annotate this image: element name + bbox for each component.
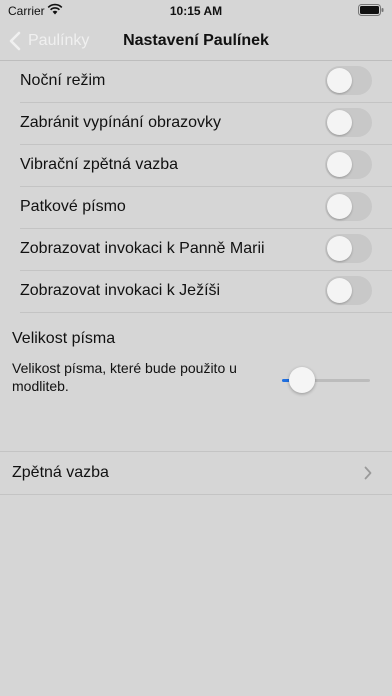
- toggle-knob: [327, 152, 352, 177]
- setting-row-haptic-feedback: Vibrační zpětná vazba: [20, 145, 392, 187]
- status-time: 10:15 AM: [169, 4, 223, 18]
- page-title: Nastavení Paulínek: [123, 32, 269, 49]
- keep-screen-on-toggle[interactable]: [325, 108, 372, 137]
- setting-row-serif-font: Patkové písmo: [20, 187, 392, 229]
- setting-row-night-mode: Noční režim: [20, 61, 392, 103]
- chevron-right-icon: [364, 466, 372, 480]
- font-size-section: Velikost písma Velikost písma, které bud…: [12, 330, 382, 394]
- font-size-heading: Velikost písma: [12, 330, 116, 347]
- feedback-row[interactable]: Zpětná vazba: [0, 451, 392, 495]
- feedback-label: Zpětná vazba: [12, 464, 109, 481]
- haptic-feedback-toggle[interactable]: [325, 150, 372, 179]
- toggle-knob: [327, 68, 352, 93]
- setting-label: Zobrazovat invokaci k Panně Marii: [20, 240, 265, 257]
- setting-row-invocation-jesus: Zobrazovat invokaci k Ježíši: [20, 271, 392, 313]
- setting-row-keep-screen-on: Zabránit vypínání obrazovky: [20, 103, 392, 145]
- font-size-slider-thumb[interactable]: [289, 367, 315, 393]
- invocation-jesus-toggle[interactable]: [325, 276, 372, 305]
- battery-icon: [358, 4, 384, 16]
- setting-label: Zobrazovat invokaci k Ježíši: [20, 282, 221, 299]
- font-size-description: Velikost písma, které bude použito u mod…: [12, 360, 237, 394]
- toggle-knob: [327, 236, 352, 261]
- toggle-knob: [327, 110, 352, 135]
- setting-label: Patkové písmo: [20, 198, 126, 215]
- toggle-knob: [327, 278, 352, 303]
- invocation-mary-toggle[interactable]: [325, 234, 372, 263]
- status-bar: Carrier 10:15 AM: [0, 0, 392, 22]
- settings-list: Noční režim Zabránit vypínání obrazovky …: [0, 61, 392, 313]
- setting-label: Vibrační zpětná vazba: [20, 156, 179, 173]
- setting-label: Zabránit vypínání obrazovky: [20, 114, 221, 131]
- setting-label: Noční režim: [20, 72, 106, 89]
- setting-row-invocation-mary: Zobrazovat invokaci k Panně Marii: [20, 229, 392, 271]
- serif-font-toggle[interactable]: [325, 192, 372, 221]
- navigation-bar: Paulínky Nastavení Paulínek: [0, 22, 392, 61]
- toggle-knob: [327, 194, 352, 219]
- night-mode-toggle[interactable]: [325, 66, 372, 95]
